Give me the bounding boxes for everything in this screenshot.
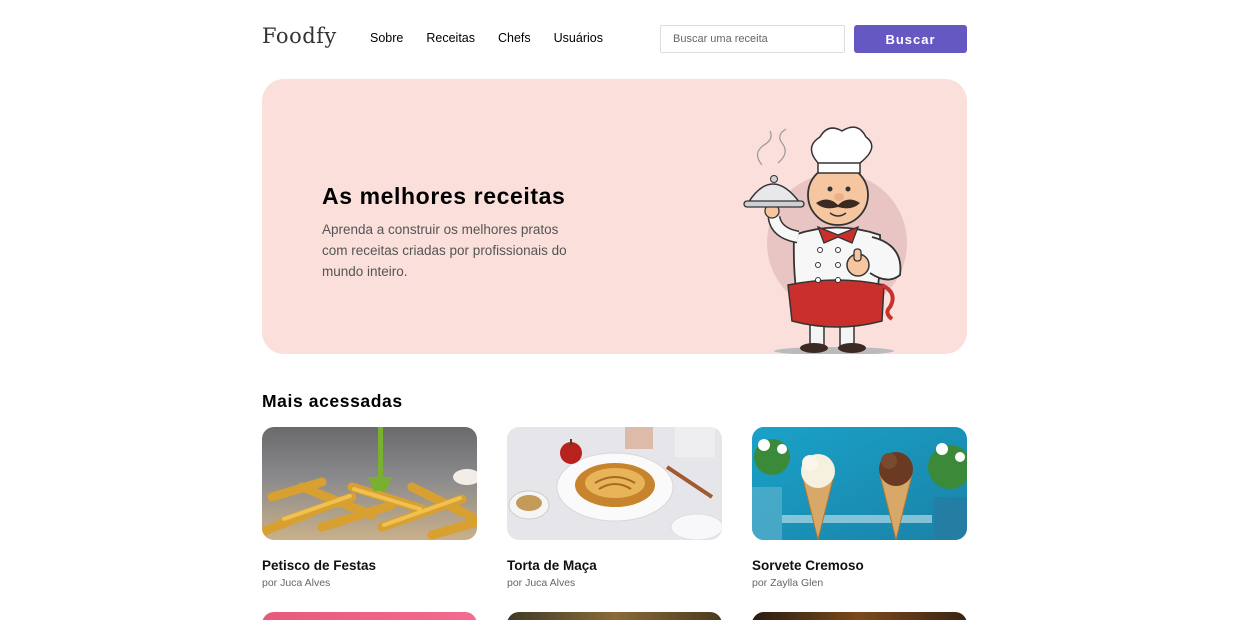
recipe-image[interactable] bbox=[752, 612, 967, 620]
recipe-image[interactable] bbox=[507, 612, 722, 620]
recipe-author: por Juca Alves bbox=[262, 577, 331, 589]
recipe-title[interactable]: Petisco de Festas bbox=[262, 558, 477, 573]
recipe-image[interactable] bbox=[262, 612, 477, 620]
recipe-author: por Juca Alves bbox=[507, 577, 576, 589]
nav-link-receitas[interactable]: Receitas bbox=[426, 31, 475, 45]
chef-illustration bbox=[743, 126, 907, 354]
recipe-card[interactable]: Torta de Maça por Juca Alves bbox=[507, 427, 722, 589]
recipe-card[interactable]: Petisco de Festas por Juca Alves bbox=[262, 427, 477, 589]
nav-link-sobre[interactable]: Sobre bbox=[370, 31, 403, 45]
recipe-image[interactable] bbox=[507, 427, 722, 540]
nav-link-chefs[interactable]: Chefs bbox=[498, 31, 531, 45]
nav-link-usuarios[interactable]: Usuários bbox=[554, 31, 603, 45]
search-input[interactable] bbox=[660, 25, 845, 53]
hero-banner: As melhores receitas Aprenda a construir… bbox=[262, 79, 967, 354]
hero-title: As melhores receitas bbox=[322, 183, 566, 209]
main-nav: Sobre Receitas Chefs Usuários bbox=[370, 31, 626, 45]
recipe-image[interactable] bbox=[752, 427, 967, 540]
search-button[interactable]: Buscar bbox=[854, 25, 967, 53]
logo[interactable]: Foodfy bbox=[262, 24, 337, 48]
header: Foodfy Sobre Receitas Chefs Usuários Bus… bbox=[262, 0, 967, 78]
section-title: Mais acessadas bbox=[262, 391, 403, 411]
recipe-title[interactable]: Sorvete Cremoso bbox=[752, 558, 967, 573]
recipe-card[interactable]: Sorvete Cremoso por Zaylla Glen bbox=[752, 427, 967, 589]
recipe-author: por Zaylla Glen bbox=[752, 577, 824, 589]
recipe-title[interactable]: Torta de Maça bbox=[507, 558, 722, 573]
recipe-image[interactable] bbox=[262, 427, 477, 540]
hero-description: Aprenda a construir os melhores pratos c… bbox=[322, 222, 567, 279]
